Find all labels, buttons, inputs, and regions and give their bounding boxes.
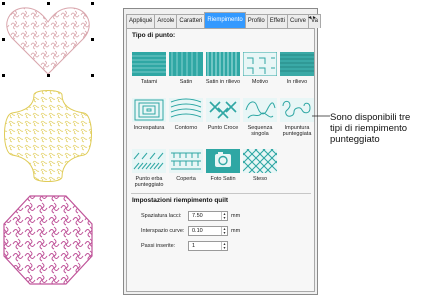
stipple-pattern-icon[interactable]	[280, 98, 314, 122]
contour-label: Contorno	[174, 125, 198, 131]
loop-spacing-unit: mm	[231, 213, 241, 219]
blanket-pattern-icon[interactable]	[169, 149, 203, 173]
curve-gap-input[interactable]: 0.10 ▲ ▼	[188, 226, 228, 236]
tab-profilo[interactable]: Profilo	[244, 14, 268, 28]
spin-arrows-icon[interactable]: ▲ ▼	[221, 212, 227, 220]
tatami-pattern-icon[interactable]	[132, 52, 166, 76]
object-properties-panel: Appliqué Arcole Caratteri Riempimento Pr…	[123, 8, 321, 295]
inserted-steps-label: Passi inserite:	[141, 243, 176, 249]
tab-applique[interactable]: Appliqué	[126, 14, 156, 28]
photo-satin-pattern-icon[interactable]	[206, 149, 240, 173]
photo-satin-label: Foto Satin	[210, 176, 236, 182]
ripple-pattern-icon[interactable]	[132, 98, 166, 122]
spin-arrows-icon[interactable]: ▲ ▼	[221, 227, 227, 235]
cross-stitch-pattern-icon[interactable]	[206, 98, 240, 122]
tab-riempimento[interactable]: Riempimento	[204, 12, 246, 28]
loop-spacing-label: Spaziatura lacci:	[141, 213, 182, 219]
single-sequence-pattern-icon[interactable]	[243, 98, 277, 122]
fill-tab-content: Tipo di punto: Tatami Satin Satin in ril…	[126, 28, 315, 292]
callout-text: Sono disponibili tre tipi di riempimento…	[330, 112, 411, 145]
ripple-label: Increspatura	[133, 125, 165, 131]
grass-stipple-pattern-icon[interactable]	[132, 149, 166, 173]
grass-stipple-label: Punto erba punteggiato	[134, 176, 164, 188]
laid-label: Steso	[252, 176, 268, 182]
stitch-type-section-title: Tipo di punto:	[132, 32, 176, 39]
satin-label: Satin	[179, 79, 193, 85]
motif-pattern-icon[interactable]	[243, 52, 277, 76]
raised-label: In rilievo	[286, 79, 308, 85]
raised-satin-label: Satin in rilievo	[205, 79, 241, 85]
quilt-section-title: Impostazioni riempimento quilt	[132, 197, 229, 204]
motif-label: Motivo	[251, 79, 269, 85]
curve-gap-unit: mm	[231, 228, 241, 234]
tab-scroll-arrows[interactable]: ◂ ▸	[307, 14, 317, 23]
tab-curve[interactable]: Curve	[287, 14, 310, 28]
callout-pointer-line	[312, 115, 330, 117]
loop-spacing-input[interactable]: 7.50 ▲ ▼	[188, 211, 228, 221]
single-sequence-label: Sequenza singola	[247, 125, 273, 137]
satin-pattern-icon[interactable]	[169, 52, 203, 76]
cross-stipple-sample	[0, 87, 96, 185]
hexagon-stipple-sample	[0, 190, 96, 290]
tab-arcole[interactable]: Arcole	[154, 14, 178, 28]
contour-pattern-icon[interactable]	[169, 98, 203, 122]
stipple-label: Impuntura punteggiata	[282, 125, 312, 137]
inserted-steps-input[interactable]: 1 ▲ ▼	[188, 241, 228, 251]
inserted-steps-value: 1	[192, 243, 196, 249]
blanket-label: Coperta	[176, 176, 196, 182]
tab-caratteri[interactable]: Caratteri	[176, 14, 206, 28]
tatami-label: Tatami	[140, 79, 158, 85]
heart-stipple-sample	[0, 0, 96, 80]
section-divider	[131, 193, 311, 194]
tab-effetti[interactable]: Effetti	[266, 14, 288, 28]
laid-pattern-icon[interactable]	[243, 149, 277, 173]
tab-strip: Appliqué Arcole Caratteri Riempimento Pr…	[126, 12, 321, 28]
loop-spacing-value: 7.50	[192, 213, 203, 219]
raised-pattern-icon[interactable]	[280, 52, 314, 76]
curve-gap-label: Interspazio curve:	[141, 228, 185, 234]
spin-arrows-icon[interactable]: ▲ ▼	[221, 242, 227, 250]
raised-satin-pattern-icon[interactable]	[206, 52, 240, 76]
cross-stitch-label: Punto Croce	[207, 125, 239, 131]
curve-gap-value: 0.10	[192, 228, 203, 234]
